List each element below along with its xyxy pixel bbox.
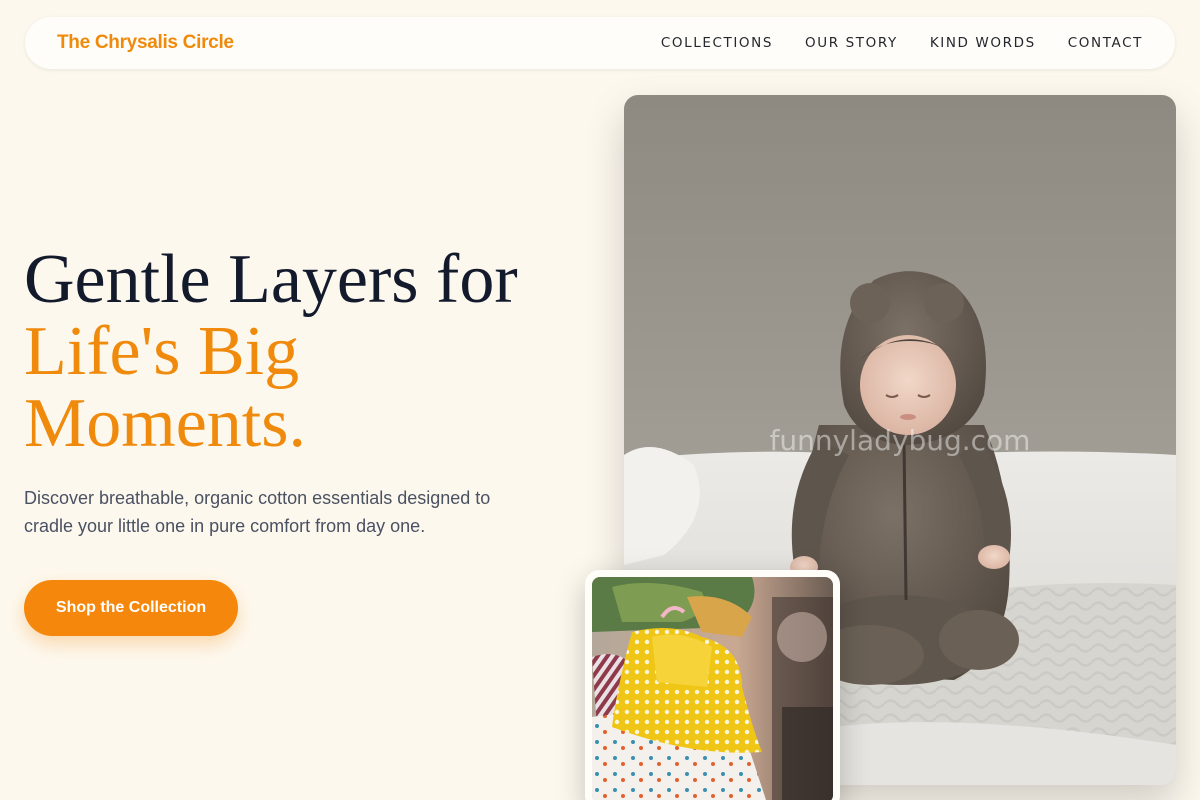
main-menu: COLLECTIONS OUR STORY KIND WORDS CONTACT xyxy=(661,35,1143,51)
brand-logo[interactable]: The Chrysalis Circle xyxy=(57,32,234,54)
hero-description: Discover breathable, organic cotton esse… xyxy=(24,488,491,536)
nav-link-kind-words[interactable]: KIND WORDS xyxy=(930,35,1036,51)
secondary-product-image xyxy=(585,570,840,800)
image-watermark: funnyladybug.com xyxy=(770,424,1031,457)
shop-collection-button[interactable]: Shop the Collection xyxy=(24,580,238,636)
headline-accent-line-1: Life's Big xyxy=(24,313,300,390)
headline-accent-line-2: Moments. xyxy=(24,385,306,462)
nav-link-collections[interactable]: COLLECTIONS xyxy=(661,35,773,51)
hero-headline: Gentle Layers for Life's Big Moments. xyxy=(24,244,584,460)
clothing-rack-illustration xyxy=(592,577,833,800)
nav-link-contact[interactable]: CONTACT xyxy=(1068,35,1143,51)
top-navigation: The Chrysalis Circle COLLECTIONS OUR STO… xyxy=(25,17,1175,69)
nav-link-our-story[interactable]: OUR STORY xyxy=(805,35,898,51)
headline-line-1: Gentle Layers for xyxy=(24,241,518,318)
